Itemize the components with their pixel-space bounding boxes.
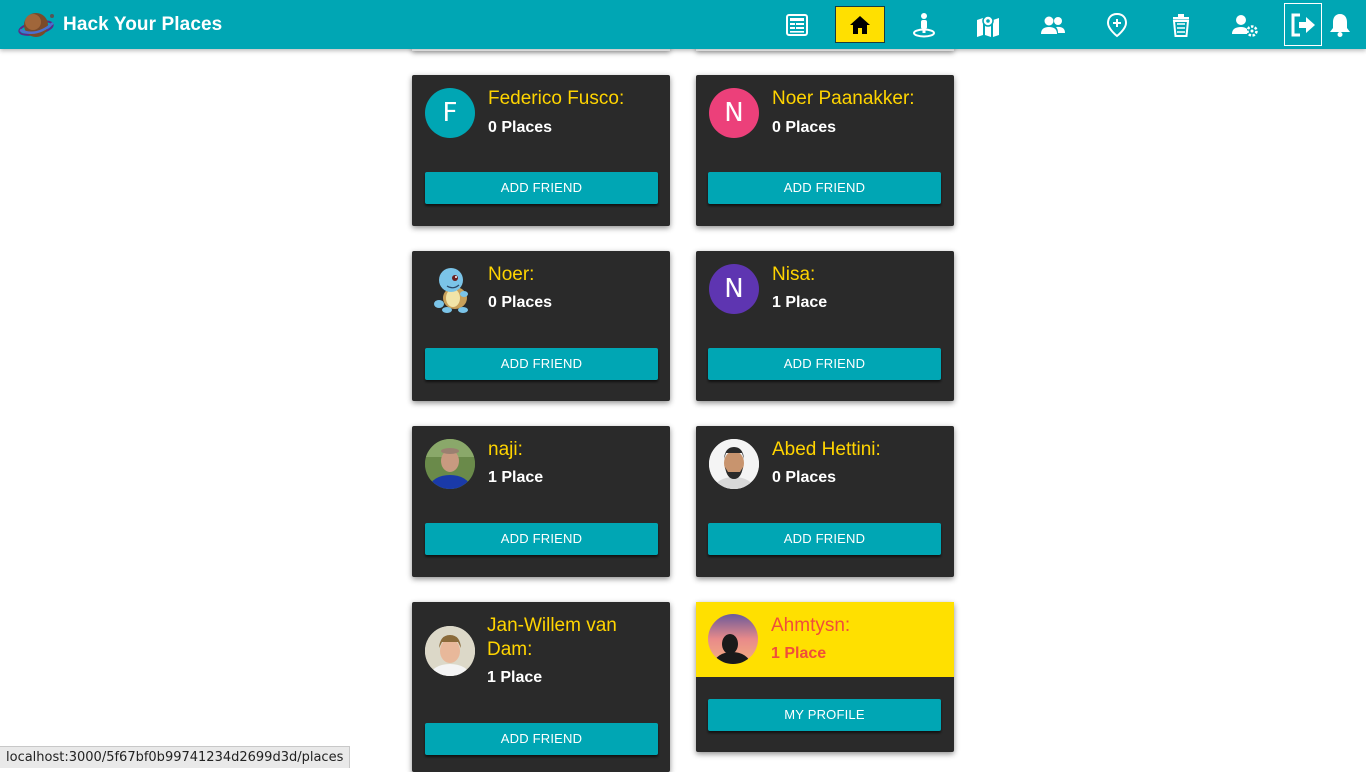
nav-home[interactable] [835,6,885,43]
avatar[interactable]: N [709,88,759,138]
user-name[interactable]: naji: [488,438,662,462]
user-card: Jan-Willem van Dam: 1 Place ADD FRIEND [412,602,670,772]
user-place-count: 0 Places [772,119,837,136]
nav-users[interactable] [1028,6,1078,43]
nav-notifications[interactable] [1327,6,1353,43]
planet-logo-icon [18,8,56,42]
users-icon [1041,16,1065,34]
user-card-header: N Nisa: 1 Place [696,251,954,347]
nav-map[interactable] [963,6,1013,43]
user-card-self: Ahmtysn: 1 Place MY PROFILE [696,602,954,752]
nav-settings[interactable] [1220,6,1270,43]
photo-avatar[interactable] [709,439,759,489]
add-friend-button[interactable]: ADD FRIEND [708,348,941,380]
add-friend-button[interactable]: ADD FRIEND [425,348,658,380]
add-friend-button[interactable]: ADD FRIEND [425,523,658,555]
bell-icon [1330,13,1350,37]
person-on-pin-icon [913,12,935,37]
nav-news-feed[interactable] [772,6,822,43]
sign-out-icon [1291,13,1315,36]
top-navbar: Hack Your Places [0,0,1366,49]
add-friend-button[interactable]: ADD FRIEND [708,523,941,555]
add-friend-button[interactable]: ADD FRIEND [708,172,941,204]
user-card-header: Ahmtysn: 1 Place [696,602,954,677]
user-place-count: 0 Places [488,294,553,311]
brand[interactable]: Hack Your Places [18,8,222,42]
nav-logout[interactable] [1284,3,1322,46]
nav-trash[interactable] [1156,6,1206,43]
user-card-header: Abed Hettini: 0 Places [696,426,954,522]
newspaper-icon [786,13,808,36]
user-place-count: 1 Place [487,669,543,686]
user-name[interactable]: Ahmtysn: [771,614,945,638]
app-title: Hack Your Places [63,14,223,35]
user-name[interactable]: Federico Fusco: [488,87,662,111]
user-name[interactable]: Jan-Willem van Dam: [487,614,661,662]
user-card-header: naji: 1 Place [412,426,670,522]
user-name[interactable]: Noer: [488,263,662,287]
nav-my-places[interactable] [899,6,949,43]
user-card: F Federico Fusco: 0 Places ADD FRIEND [412,75,670,226]
trash-icon [1172,13,1190,37]
user-name[interactable]: Noer Paanakker: [772,87,946,111]
my-profile-button[interactable]: MY PROFILE [708,699,941,731]
user-card: N Nisa: 1 Place ADD FRIEND [696,251,954,401]
home-icon [850,15,870,34]
user-card-header: Noer: 0 Places [412,251,670,347]
user-card-header: F Federico Fusco: 0 Places [412,75,670,171]
user-place-count: 1 Place [771,645,827,662]
user-place-count: 0 Places [772,469,837,486]
add-friend-button[interactable]: ADD FRIEND [425,723,658,755]
user-cog-icon [1232,14,1258,37]
squirtle-avatar[interactable] [425,264,475,314]
avatar[interactable]: N [709,264,759,314]
photo-avatar[interactable] [425,626,475,676]
avatar[interactable]: F [425,88,475,138]
link-preview-status-bar: localhost:3000/5f67bf0b99741234d2699d3d/… [0,746,351,768]
user-place-count: 0 Places [488,119,553,136]
photo-avatar[interactable] [425,439,475,489]
user-name[interactable]: Nisa: [772,263,946,287]
sunset-silhouette-avatar[interactable] [708,614,758,664]
add-location-icon [1106,12,1128,37]
user-card: Abed Hettini: 0 Places ADD FRIEND [696,426,954,577]
user-card: N Noer Paanakker: 0 Places ADD FRIEND [696,75,954,226]
user-card-header: Jan-Willem van Dam: 1 Place [412,602,670,712]
map-marker-icon [977,14,999,37]
user-card: Noer: 0 Places ADD FRIEND [412,251,670,401]
user-card-header: N Noer Paanakker: 0 Places [696,75,954,171]
user-name[interactable]: Abed Hettini: [772,438,946,462]
nav-add-place[interactable] [1092,6,1142,43]
user-place-count: 1 Place [772,294,828,311]
user-card: naji: 1 Place ADD FRIEND [412,426,670,577]
add-friend-button[interactable]: ADD FRIEND [425,172,658,204]
user-place-count: 1 Place [488,469,544,486]
